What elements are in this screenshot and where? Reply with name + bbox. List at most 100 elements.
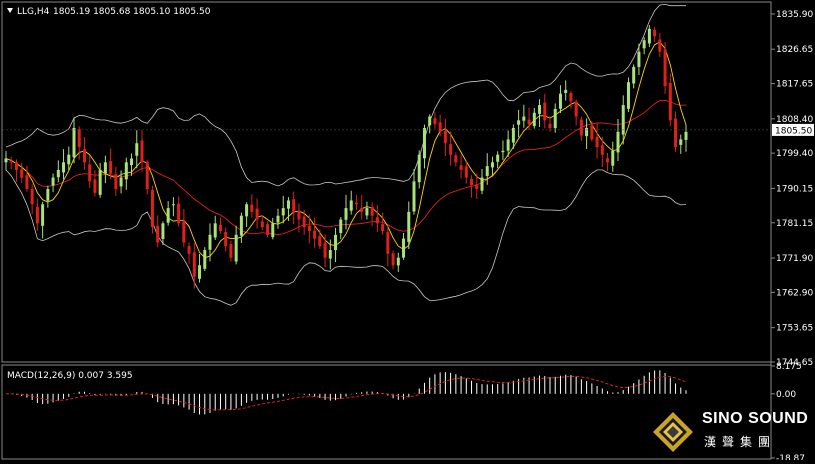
candle-body — [98, 169, 102, 195]
candle-body — [470, 178, 474, 186]
candle-body — [82, 149, 86, 163]
candle-body — [4, 158, 8, 163]
candle-body — [538, 105, 542, 114]
candle-body — [679, 139, 683, 145]
candle-body — [14, 162, 18, 170]
candle-body — [103, 162, 107, 174]
price-axis: 1835.90 1826.65 1817.65 1808.40 1799.40 1790.… — [771, 10, 813, 368]
candle-body — [208, 234, 212, 250]
candle-body — [647, 28, 651, 44]
candle-body — [402, 238, 406, 258]
candle-body — [543, 102, 547, 121]
candle-body — [365, 208, 369, 216]
candle-body — [396, 257, 400, 266]
candle-body — [334, 234, 338, 251]
brand-name: SINO SOUND — [702, 410, 809, 427]
candle-body — [239, 215, 243, 236]
chevron-down-icon[interactable] — [7, 8, 13, 13]
candle-body — [77, 129, 81, 148]
candle-body — [109, 161, 113, 174]
candle-body — [349, 200, 353, 211]
candle-body — [412, 181, 416, 212]
candle-body — [20, 169, 24, 178]
candle-body — [443, 130, 447, 144]
candle-body — [600, 145, 604, 155]
candle-body — [161, 223, 165, 239]
current-price-tag: 1805.50 — [772, 123, 814, 136]
main-chart-frame — [1, 1, 772, 363]
candle-body — [449, 144, 453, 155]
candle-body — [574, 101, 578, 117]
candle-body — [428, 116, 432, 126]
candle-body — [260, 221, 264, 228]
candle-body — [496, 154, 500, 162]
candle-body — [386, 232, 390, 254]
brand-subtitle: 漢聲集團 — [704, 435, 777, 449]
candle-body — [674, 118, 678, 148]
bollinger-upper — [5, 3, 687, 187]
price-axis-tick-label: 1781.15 — [776, 219, 813, 229]
candle-body — [684, 131, 688, 140]
candle-body — [632, 66, 636, 84]
candle-body — [88, 164, 92, 182]
brand-logo: SINO SOUND 漢聲集團 — [648, 404, 815, 460]
candle-body — [67, 154, 71, 165]
candle-body — [41, 204, 45, 226]
bollinger-lower — [5, 169, 687, 306]
candle-body — [198, 265, 202, 279]
candle-body — [459, 165, 463, 170]
candle-body — [339, 219, 343, 234]
chart-canvas[interactable]: 1835.90 1826.65 1817.65 1808.40 1799.40 1790.… — [0, 0, 815, 464]
candle-body — [532, 112, 536, 127]
candle-body — [171, 204, 175, 206]
candle-body — [46, 189, 50, 201]
candle-body — [642, 40, 646, 49]
candle-body — [590, 125, 594, 140]
candle-body — [511, 127, 515, 143]
candle-body — [292, 199, 296, 212]
current-price-label: 1805.50 — [775, 126, 812, 136]
main-plot — [2, 3, 771, 306]
candle-body — [611, 150, 615, 166]
macd-label: MACD(12,26,9) 0.007 3.595 — [7, 371, 133, 381]
macd-axis-tick-label: 8.175 — [776, 362, 802, 372]
chart-window[interactable]: 1835.90 1826.65 1817.65 1808.40 1799.40 1790.… — [0, 0, 815, 464]
candle-body — [616, 131, 620, 153]
price-axis-tick-label: 1808.40 — [776, 115, 813, 125]
candle-body — [93, 179, 97, 193]
candle-body — [323, 242, 327, 258]
candle-body — [354, 202, 358, 205]
candle-body — [145, 161, 149, 190]
candle-body — [381, 224, 385, 231]
candle-body — [658, 39, 662, 52]
candle-body — [522, 116, 526, 121]
candle-body — [433, 118, 437, 125]
macd-axis-tick-label: 0.00 — [776, 390, 796, 400]
candle-body — [490, 162, 494, 168]
candle-body — [370, 206, 374, 216]
price-axis-tick-label: 1817.65 — [776, 80, 813, 90]
candle-body — [480, 177, 484, 191]
candle-body — [438, 122, 442, 132]
candle-body — [276, 215, 280, 223]
candle-body — [407, 211, 411, 242]
sino-sound-logo-icon — [653, 412, 693, 452]
candle-body — [35, 206, 39, 224]
candle-body — [114, 174, 118, 190]
candle-body — [51, 177, 55, 186]
candle-body — [501, 150, 505, 153]
candle-body — [297, 210, 301, 220]
chart-header: LLG,H4 1805.19 1805.68 1805.10 1805.50 — [7, 7, 211, 17]
candle-body — [302, 216, 306, 228]
candle-body — [328, 250, 332, 259]
candle-body — [62, 162, 66, 173]
candle-body — [375, 217, 379, 224]
candle-body — [564, 89, 568, 93]
candle-body — [318, 236, 322, 247]
candle-body — [56, 169, 60, 178]
candle-body — [360, 207, 364, 212]
candle-body — [192, 252, 196, 277]
candle-body — [166, 208, 170, 223]
candle-body — [595, 136, 599, 148]
candle-body — [140, 140, 144, 163]
